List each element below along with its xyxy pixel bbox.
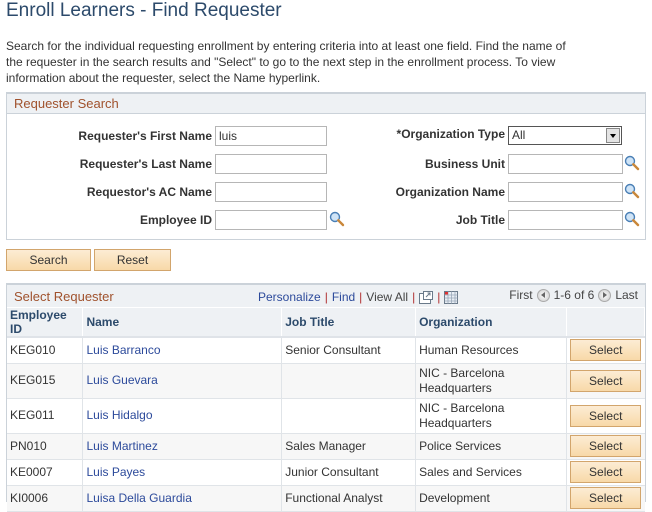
last-link[interactable]: Last	[615, 288, 638, 302]
column-header-job-title: Job Title	[281, 307, 417, 338]
grid-toolbar: Personalize | Find | View All | |	[258, 290, 459, 304]
org-type-selected: All	[512, 128, 526, 142]
business-unit-label: Business Unit	[424, 157, 505, 171]
employee-id-cell: PN010	[7, 433, 84, 460]
column-header-organization: Organization	[415, 307, 567, 338]
first-link[interactable]: First	[509, 288, 532, 302]
find-link[interactable]: Find	[332, 290, 355, 304]
table-row: KEG015 Luis Guevara NIC - Barcelona Head…	[7, 363, 645, 399]
table-row: PN010 Luis Martinez Sales Manager Police…	[7, 433, 645, 460]
employee-id-cell: KEG010	[7, 337, 84, 364]
select-requester-grid: Select Requester Personalize | Find | Vi…	[6, 283, 646, 512]
employee-id-cell: KEG015	[7, 363, 84, 399]
job-title-cell: Sales Manager	[281, 433, 417, 460]
business-unit-lookup-icon[interactable]	[624, 155, 640, 171]
last-name-input[interactable]	[215, 154, 327, 174]
table-row: KI0006 Luisa Della Guardia Functional An…	[7, 485, 645, 512]
org-type-select[interactable]: All	[508, 126, 622, 145]
search-button[interactable]: Search	[6, 249, 91, 271]
last-name-label: Requester's Last Name	[79, 157, 212, 171]
requester-name-link[interactable]: Luis Guevara	[86, 373, 157, 387]
job-title-cell: Functional Analyst	[281, 485, 417, 512]
employee-id-label: Employee ID	[139, 213, 212, 227]
select-button[interactable]: Select	[570, 339, 642, 362]
organization-cell: Sales and Services	[415, 459, 567, 486]
employee-id-cell: KI0006	[7, 485, 84, 512]
reset-button[interactable]: Reset	[94, 249, 171, 271]
organization-cell: Development	[415, 485, 567, 512]
business-unit-input[interactable]	[508, 154, 623, 174]
employee-id-input[interactable]	[215, 210, 327, 230]
grid-header: Select Requester Personalize | Find | Vi…	[7, 285, 645, 307]
job-title-cell	[281, 363, 417, 399]
org-name-input[interactable]	[508, 182, 623, 202]
select-button[interactable]: Select	[570, 435, 642, 457]
row-range: 1-6 of 6	[553, 288, 595, 302]
grid-title: Select Requester	[14, 289, 114, 304]
column-header-action	[566, 307, 646, 338]
instructions-text: Search for the individual requesting enr…	[6, 39, 566, 85]
org-name-label: Organization Name	[395, 185, 505, 199]
job-title-cell	[281, 398, 417, 434]
spreadsheet-download-icon[interactable]	[444, 290, 459, 304]
organization-cell: NIC - Barcelona Headquarters	[415, 398, 567, 434]
table-row: KE0007 Luis Payes Junior Consultant Sale…	[7, 459, 645, 486]
previous-page-icon[interactable]	[536, 288, 550, 302]
select-button[interactable]: Select	[570, 369, 642, 392]
org-type-label: *Organization Type	[396, 127, 505, 141]
pager: First 1-6 of 6 Last	[509, 288, 638, 302]
requester-table: Employee ID Name Job Title Organization …	[7, 307, 646, 512]
org-name-lookup-icon[interactable]	[624, 183, 640, 199]
requester-name-link[interactable]: Luisa Della Guardia	[86, 491, 191, 505]
first-name-label: Requester's First Name	[78, 129, 212, 143]
new-window-icon[interactable]	[419, 290, 434, 304]
first-name-input[interactable]	[215, 126, 327, 146]
column-header-employee-id: Employee ID	[7, 307, 84, 338]
employee-id-cell: KEG011	[7, 398, 84, 434]
column-header-name: Name	[82, 307, 283, 338]
separator: |	[359, 290, 363, 304]
ac-name-label: Requestor's AC Name	[86, 185, 212, 199]
requester-name-link[interactable]: Luis Barranco	[86, 343, 160, 357]
next-page-icon[interactable]	[598, 288, 612, 302]
page-title: Enroll Learners - Find Requester	[6, 0, 282, 21]
table-row: KEG011 Luis Hidalgo NIC - Barcelona Head…	[7, 398, 645, 434]
view-all-link[interactable]: View All	[366, 290, 408, 304]
organization-cell: NIC - Barcelona Headquarters	[415, 363, 567, 399]
organization-cell: Human Resources	[415, 337, 567, 364]
organization-cell: Police Services	[415, 433, 567, 460]
job-title-label: Job Title	[455, 213, 505, 227]
job-title-cell: Senior Consultant	[281, 337, 417, 364]
job-title-cell: Junior Consultant	[281, 459, 417, 486]
requester-name-link[interactable]: Luis Martinez	[86, 439, 157, 453]
employee-id-lookup-icon[interactable]	[329, 211, 345, 227]
select-button[interactable]: Select	[570, 404, 642, 427]
job-title-input[interactable]	[508, 210, 623, 230]
requester-name-link[interactable]: Luis Hidalgo	[86, 408, 152, 422]
personalize-link[interactable]: Personalize	[258, 290, 321, 304]
select-button[interactable]: Select	[570, 461, 642, 483]
requester-search-header: Requester Search	[7, 94, 645, 114]
requester-search-panel: Requester Search Requester's First Name …	[6, 92, 646, 240]
separator: |	[412, 290, 416, 304]
job-title-lookup-icon[interactable]	[624, 211, 640, 227]
separator: |	[324, 290, 328, 304]
employee-id-cell: KE0007	[7, 459, 84, 486]
table-row: KEG010 Luis Barranco Senior Consultant H…	[7, 337, 645, 364]
ac-name-input[interactable]	[215, 182, 327, 202]
requester-name-link[interactable]: Luis Payes	[86, 465, 145, 479]
dropdown-arrow-icon[interactable]	[606, 128, 620, 143]
separator: |	[437, 290, 441, 304]
select-button[interactable]: Select	[570, 487, 642, 509]
